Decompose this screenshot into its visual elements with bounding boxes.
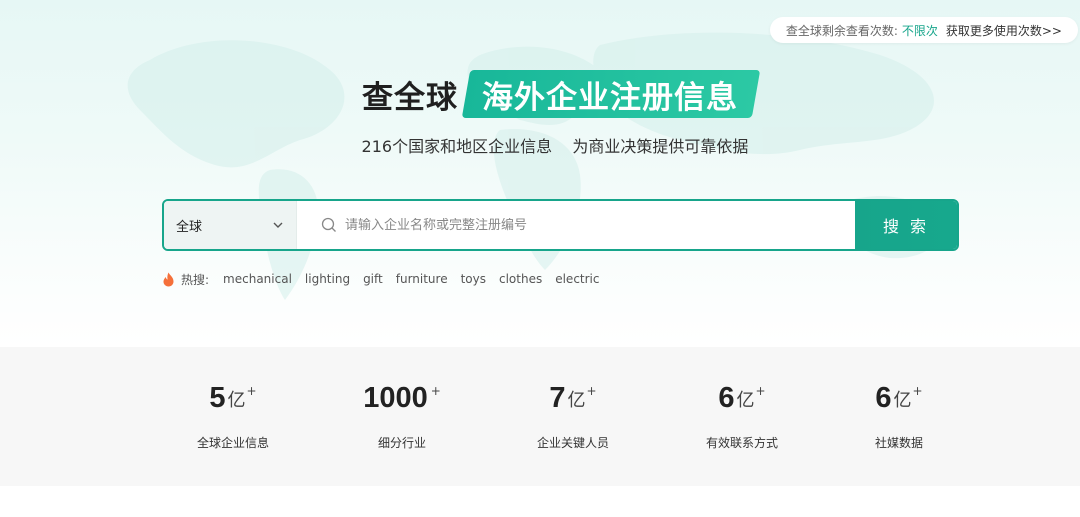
stats-strip: 5 亿 + 全球企业信息 1000 + 细分行业 7 亿 + 企业关键人员 6 … [0, 347, 1080, 486]
stat-item-social-media: 6 亿 + 社媒数据 [819, 347, 979, 451]
stat-plus: + [586, 384, 597, 398]
stat-item-companies: 5 亿 + 全球企业信息 [153, 347, 313, 451]
quota-bar: 查全球剩余查看次数: 不限次 获取更多使用次数>> [769, 17, 1078, 43]
stat-number: 1000 [363, 382, 428, 414]
stat-label: 有效联系方式 [705, 436, 778, 450]
stat-label: 细分行业 [377, 436, 426, 450]
search-button[interactable]: 搜 索 [855, 201, 957, 249]
stat-item-key-people: 7 亿 + 企业关键人员 [493, 347, 653, 451]
hot-search-label: 热搜: [181, 272, 210, 287]
page-title: 查全球 海外企业注册信息 [362, 70, 756, 118]
stat-plus: + [755, 384, 766, 398]
stat-number: 7 [549, 382, 566, 414]
stat-plus: + [912, 384, 923, 398]
hero-subtitle-text: 216个国家和地区企业信息 为商业决策提供可靠依据 [361, 137, 749, 156]
hot-keyword-gift[interactable]: gift [363, 272, 383, 286]
stat-label: 企业关键人员 [536, 436, 609, 450]
quota-value: 不限次 [901, 23, 938, 38]
search-bar: 全球 搜 索 [162, 199, 959, 251]
stat-unit: 亿 [227, 390, 246, 411]
search-input[interactable] [345, 217, 855, 233]
tagline-text: 海外企业注册信息 [482, 79, 738, 116]
hot-keyword-electric[interactable]: electric [555, 272, 599, 286]
brand-name: 查全球 [362, 79, 458, 116]
region-select[interactable]: 全球 [164, 201, 297, 249]
hot-keyword-lighting[interactable]: lighting [305, 272, 350, 286]
hot-keyword-clothes[interactable]: clothes [499, 272, 542, 286]
stat-label: 社媒数据 [874, 436, 923, 450]
stat-unit: 亿 [736, 390, 755, 411]
hero-subtitle: 216个国家和地区企业信息 为商业决策提供可靠依据 [0, 133, 1080, 157]
region-select-value: 全球 [176, 219, 203, 235]
stat-number: 6 [718, 382, 735, 414]
hot-keyword-toys[interactable]: toys [461, 272, 486, 286]
stat-item-contacts: 6 亿 + 有效联系方式 [662, 347, 822, 451]
stat-unit: 亿 [893, 390, 912, 411]
search-icon [321, 217, 336, 232]
get-more-quota-link[interactable]: 获取更多使用次数>> [946, 22, 1062, 39]
flame-icon [163, 272, 174, 286]
stat-unit: 亿 [567, 390, 586, 411]
stat-item-industries: 1000 + 细分行业 [322, 347, 482, 451]
stat-number: 6 [875, 382, 892, 414]
hot-search-row: 热搜: mechanical lighting gift furniture t… [162, 270, 613, 288]
stat-plus: + [246, 384, 257, 398]
tagline-badge: 海外企业注册信息 [466, 70, 756, 118]
hot-keyword-furniture[interactable]: furniture [396, 272, 448, 286]
search-input-wrapper [297, 201, 855, 249]
stat-label: 全球企业信息 [196, 436, 269, 450]
stat-plus: + [430, 384, 441, 398]
stat-number: 5 [209, 382, 226, 414]
chevron-down-icon [273, 222, 283, 228]
world-map-background [127, 32, 941, 300]
quota-label: 查全球剩余查看次数: [785, 23, 898, 38]
hero-banner: 查全球剩余查看次数: 不限次 获取更多使用次数>> 查全球 海外企业注册信息 2… [0, 0, 1080, 347]
hot-keyword-mechanical[interactable]: mechanical [223, 272, 292, 286]
